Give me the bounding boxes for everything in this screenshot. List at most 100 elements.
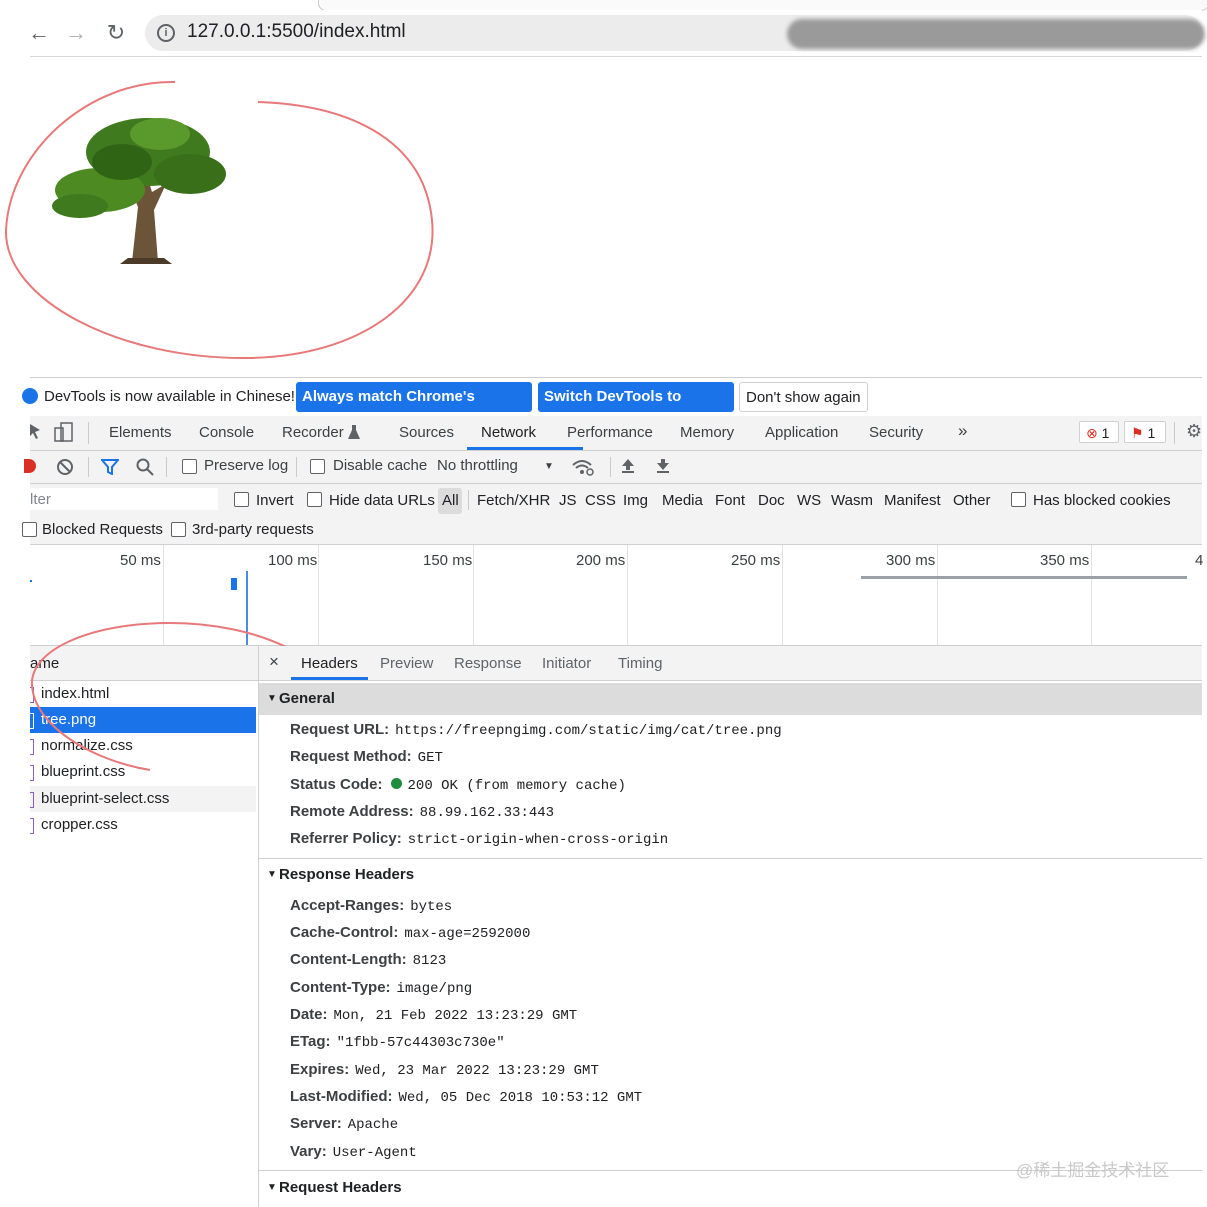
tab-network[interactable]: Network: [481, 424, 536, 441]
switch-to-chinese-button[interactable]: Switch DevTools to Chinese: [538, 382, 734, 435]
filter-input[interactable]: lter: [30, 488, 218, 510]
tab-elements[interactable]: Elements: [109, 424, 172, 441]
general-section-header[interactable]: ▼ General: [259, 683, 1202, 715]
header-value: 8123: [412, 953, 447, 969]
hide-data-urls-label: Hide data URLs: [329, 492, 435, 509]
divider: [468, 490, 469, 510]
throttling-select[interactable]: No throttling: [437, 457, 518, 474]
section-title: Request Headers: [279, 1179, 402, 1196]
timeline-tick: 150 ms: [423, 552, 473, 569]
network-conditions-icon[interactable]: [571, 457, 595, 477]
url-text[interactable]: 127.0.0.1:5500/index.html: [187, 21, 406, 43]
tab-performance[interactable]: Performance: [567, 424, 653, 441]
reload-button[interactable]: ↻: [103, 20, 129, 46]
filter-type-media[interactable]: Media: [662, 492, 703, 509]
issue-flag-icon: ⚑: [1131, 425, 1144, 441]
dont-show-again-button[interactable]: Don't show again: [739, 382, 868, 412]
has-blocked-cookies-checkbox[interactable]: [1011, 492, 1026, 507]
stylesheet-icon: [30, 792, 34, 808]
filter-type-fetch-xhr[interactable]: Fetch/XHR: [477, 492, 550, 509]
info-icon: [22, 388, 38, 404]
filter-type-font[interactable]: Font: [715, 492, 745, 509]
preserve-log-checkbox[interactable]: [182, 459, 197, 474]
filter-type-doc[interactable]: Doc: [758, 492, 785, 509]
stylesheet-icon: [30, 818, 34, 834]
search-icon[interactable]: [136, 458, 154, 476]
disable-cache-label: Disable cache: [333, 457, 428, 474]
tab-timing[interactable]: Timing: [618, 655, 662, 672]
back-button[interactable]: ←: [26, 20, 52, 46]
header-row: Request URL: https://freepngimg.com/stati…: [290, 721, 782, 739]
always-match-language-button[interactable]: Always match Chrome's language: [296, 382, 532, 435]
timeline-tick: 50 ms: [120, 552, 161, 569]
filter-type-css[interactable]: CSS: [585, 492, 616, 509]
tab-initiator[interactable]: Initiator: [542, 655, 591, 672]
devtools-main-tabs: Elements Console Recorder Sources Networ…: [30, 416, 1202, 451]
request-row-blueprint-select-css[interactable]: blueprint-select.css: [30, 786, 256, 812]
export-har-icon[interactable]: [656, 458, 670, 474]
issues-count-badge[interactable]: ⚑ 1: [1124, 421, 1166, 443]
filter-icon[interactable]: [101, 459, 119, 475]
error-count: 1: [1101, 425, 1110, 441]
header-value: Wed, 23 Mar 2022 13:23:29 GMT: [355, 1063, 599, 1079]
active-tab-indicator: [291, 677, 368, 680]
header-value: Wed, 05 Dec 2018 10:53:12 GMT: [398, 1090, 643, 1106]
tab-console[interactable]: Console: [199, 424, 254, 441]
active-tab-indicator: [467, 447, 583, 450]
header-key: Content-Type:: [290, 979, 391, 996]
device-toolbar-icon[interactable]: [54, 422, 74, 442]
header-value: 88.99.162.33:443: [419, 805, 555, 821]
tab-response[interactable]: Response: [454, 655, 522, 672]
address-bar[interactable]: i 127.0.0.1:5500/index.html: [145, 15, 1205, 51]
record-icon[interactable]: [24, 459, 36, 473]
filter-type-img[interactable]: Img: [623, 492, 648, 509]
tab-recorder[interactable]: Recorder: [282, 424, 344, 441]
timeline-gridline: [937, 545, 938, 645]
header-row: Request Method: GET: [290, 748, 443, 766]
site-info-icon[interactable]: i: [157, 24, 175, 42]
tab-application[interactable]: Application: [765, 424, 838, 441]
response-headers-section-header[interactable]: ▼ Response Headers: [259, 859, 1202, 891]
chevron-down-icon[interactable]: ▼: [544, 461, 554, 472]
filter-type-manifest[interactable]: Manifest: [884, 492, 941, 509]
third-party-checkbox[interactable]: [171, 522, 186, 537]
annotation-circle: [4, 80, 434, 360]
header-key: Request URL:: [290, 721, 390, 738]
section-title: Response Headers: [279, 866, 415, 883]
tab-headers[interactable]: Headers: [301, 655, 358, 672]
preserve-log-label: Preserve log: [204, 457, 289, 474]
header-value: "1fbb-57c44303c730e": [336, 1035, 505, 1051]
filter-type-other[interactable]: Other: [953, 492, 991, 509]
timeline-gridline: [627, 545, 628, 645]
filter-type-js[interactable]: JS: [559, 492, 577, 509]
filter-type-wasm[interactable]: Wasm: [831, 492, 873, 509]
header-key: Referrer Policy:: [290, 830, 402, 847]
blocked-requests-bar: Blocked Requests 3rd-party requests: [22, 516, 1202, 545]
header-row: Status Code: 200 OK (from memory cache): [290, 776, 626, 794]
flask-icon: [348, 425, 360, 439]
disable-cache-checkbox[interactable]: [310, 459, 325, 474]
close-icon[interactable]: ×: [269, 652, 279, 672]
tab-sources[interactable]: Sources: [399, 424, 454, 441]
filter-type-ws[interactable]: WS: [797, 492, 821, 509]
import-har-icon[interactable]: [621, 458, 635, 474]
request-row-cropper-css[interactable]: cropper.css: [30, 812, 256, 838]
tab-security[interactable]: Security: [869, 424, 923, 441]
header-row: Referrer Policy: strict-origin-when-cross…: [290, 830, 668, 848]
tab-memory[interactable]: Memory: [680, 424, 734, 441]
blocked-requests-checkbox[interactable]: [22, 522, 37, 537]
settings-gear-icon[interactable]: ⚙: [1186, 421, 1202, 442]
request-bar: [861, 576, 1187, 579]
inspect-element-icon[interactable]: [30, 424, 44, 440]
tab-preview[interactable]: Preview: [380, 655, 433, 672]
clear-icon[interactable]: [56, 458, 74, 476]
hide-data-urls-checkbox[interactable]: [307, 492, 322, 507]
invert-checkbox[interactable]: [234, 492, 249, 507]
filter-placeholder: lter: [30, 491, 51, 508]
more-tabs-icon[interactable]: »: [958, 421, 967, 441]
timeline-gridline: [1091, 545, 1092, 645]
filter-type-all[interactable]: All: [442, 492, 459, 509]
issues-count: 1: [1147, 425, 1156, 441]
error-count-badge[interactable]: ⊗ 1: [1079, 421, 1119, 443]
forward-button[interactable]: →: [63, 20, 89, 46]
